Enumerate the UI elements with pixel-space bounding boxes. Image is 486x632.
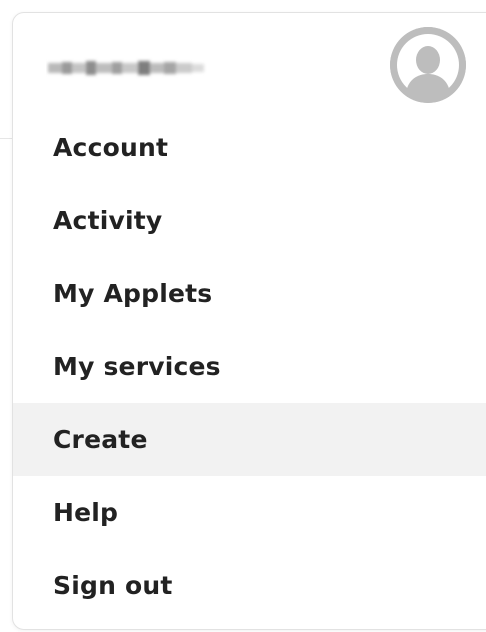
menu-item-sign-out[interactable]: Sign out [13,549,486,622]
username-text [46,57,47,58]
menu-item-help[interactable]: Help [13,476,486,549]
page-divider [0,138,12,139]
menu-item-activity[interactable]: Activity [13,184,486,257]
menu-item-label: My services [53,352,221,381]
menu-item-label: Help [53,498,119,527]
account-dropdown-menu: Account Activity My Applets My services … [12,12,486,630]
user-avatar-placeholder-icon[interactable] [390,27,466,103]
menu-item-label: Sign out [53,571,173,600]
menu-item-account[interactable]: Account [13,111,486,184]
menu-item-label: My Applets [53,279,213,308]
menu-header [13,13,486,113]
menu-item-create[interactable]: Create [13,403,486,476]
menu-item-label: Activity [53,206,163,235]
menu-item-label: Account [53,133,169,162]
username-blurred [46,57,208,79]
menu-item-my-services[interactable]: My services [13,330,486,403]
menu-item-label: Create [53,425,148,454]
menu-items-list: Account Activity My Applets My services … [13,111,486,622]
menu-item-my-applets[interactable]: My Applets [13,257,486,330]
